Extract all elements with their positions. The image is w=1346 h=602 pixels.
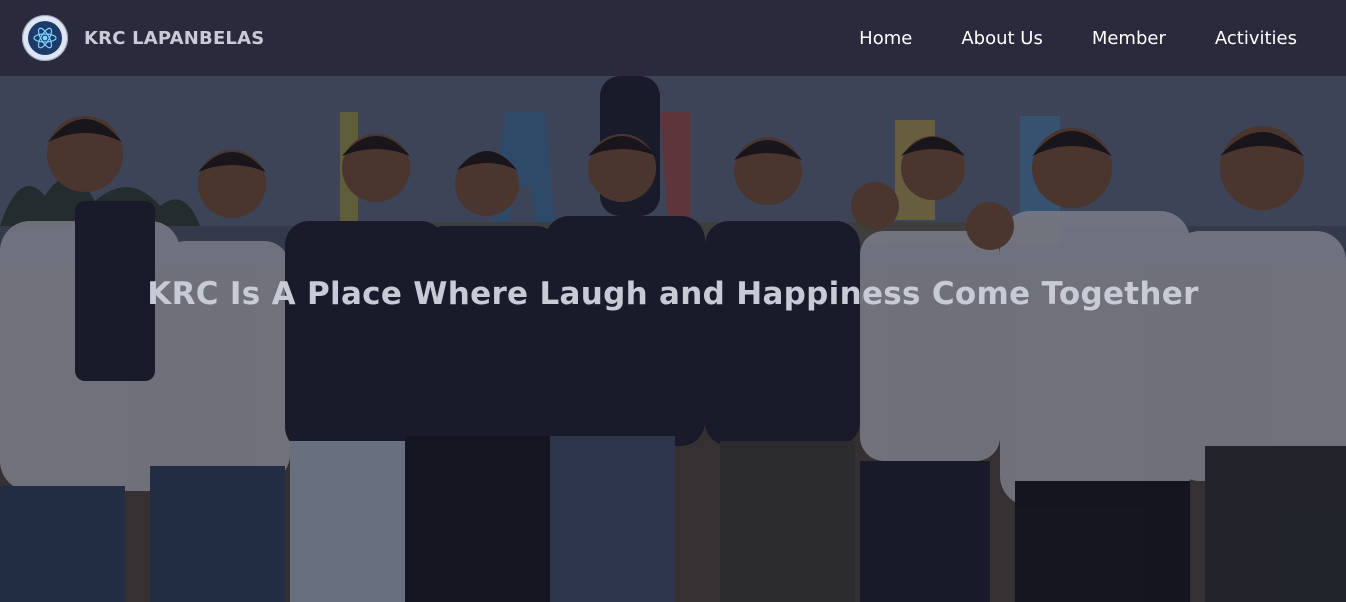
nav-about-us[interactable]: About Us xyxy=(961,28,1043,49)
hero-title: KRC Is A Place Where Laugh and Happiness… xyxy=(147,276,1199,312)
nav-activities[interactable]: Activities xyxy=(1215,28,1297,49)
brand[interactable]: KRC LAPANBELAS xyxy=(22,15,264,61)
nav-home[interactable]: Home xyxy=(859,28,912,49)
navbar: KRC LAPANBELAS Home About Us Member Acti… xyxy=(0,0,1346,76)
hero-section: KRC Is A Place Where Laugh and Happiness… xyxy=(0,76,1346,602)
nav-member[interactable]: Member xyxy=(1092,28,1166,49)
krc-logo-icon xyxy=(22,15,68,61)
brand-name: KRC LAPANBELAS xyxy=(84,27,265,49)
main-nav: Home About Us Member Activities xyxy=(859,0,1346,76)
hero-overlay xyxy=(0,76,1346,602)
